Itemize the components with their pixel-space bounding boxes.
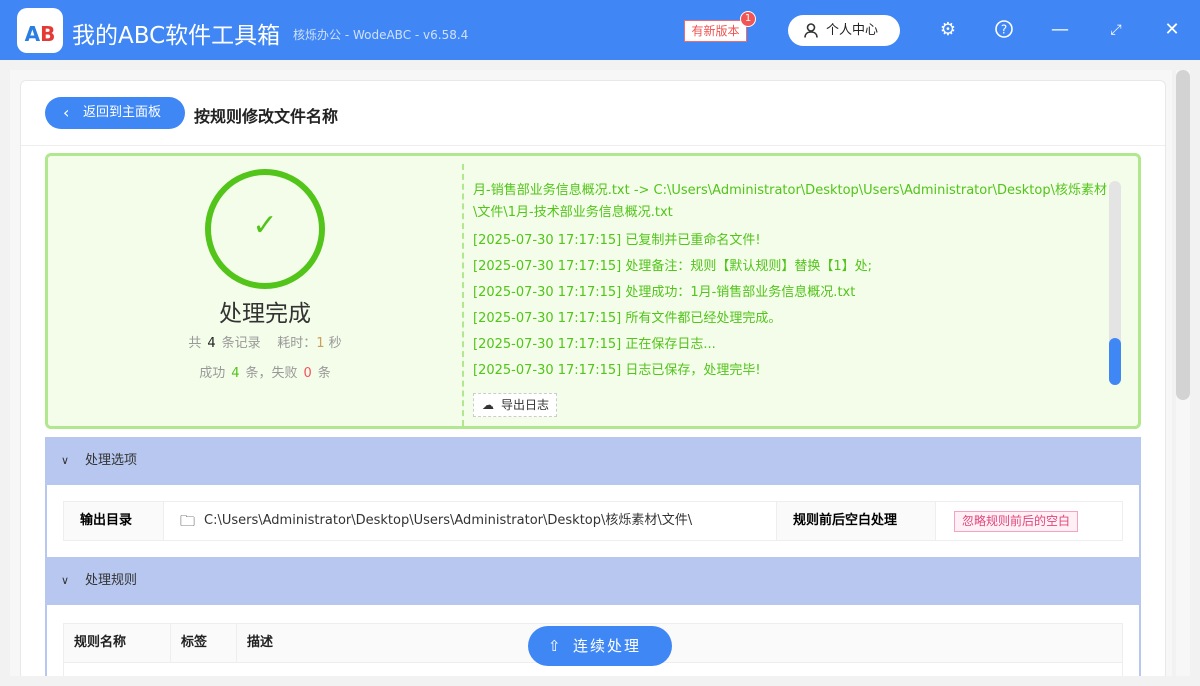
chevron-left-icon: ‹ bbox=[63, 103, 70, 122]
log-line: [2025-07-30 17:17:15] 处理成功：1月-销售部业务信息概况.… bbox=[473, 285, 856, 300]
notification-badge: 1 bbox=[740, 11, 756, 27]
blank-handling-label: 规则前后空白处理 bbox=[776, 502, 936, 540]
output-dir-path: C:\Users\Administrator\Desktop\Users\Adm… bbox=[204, 513, 693, 528]
close-icon[interactable]: ✕ bbox=[1161, 19, 1183, 41]
svg-text:?: ? bbox=[1001, 23, 1007, 37]
column-rule-name: 规则名称 bbox=[64, 624, 171, 662]
status-title: 处理完成 bbox=[219, 301, 311, 327]
minimize-icon[interactable]: — bbox=[1049, 19, 1071, 41]
app-logo: AB bbox=[17, 8, 63, 53]
settings-icon[interactable]: ⚙ bbox=[937, 19, 959, 41]
new-version-button[interactable]: 有新版本 bbox=[684, 20, 747, 42]
log-line: [2025-07-30 17:17:15] 正在保存日志... bbox=[473, 337, 716, 352]
rocket-icon: ⇧ bbox=[548, 637, 563, 655]
bottom-bar bbox=[0, 676, 1200, 686]
user-icon bbox=[804, 23, 818, 38]
title-bar: AB 我的ABC软件工具箱 核烁办公 - WodeABC - v6.58.4 有… bbox=[0, 0, 1200, 60]
maximize-icon[interactable]: ⤢ bbox=[1105, 19, 1127, 41]
help-icon[interactable]: ? bbox=[993, 19, 1015, 41]
result-counts: 成功 4 条，失败 0 条 bbox=[199, 366, 331, 381]
log-line: [2025-07-30 17:17:15] 已复制并已重命名文件! bbox=[473, 233, 761, 248]
divider bbox=[21, 145, 1165, 146]
page-scrollbar-thumb[interactable] bbox=[1176, 70, 1190, 400]
folder-icon: 🗀 bbox=[180, 512, 196, 530]
export-log-button[interactable]: ☁ 导出日志 bbox=[473, 393, 557, 417]
log-scrollbar-thumb[interactable] bbox=[1109, 338, 1121, 385]
app-subtitle: 核烁办公 - WodeABC - v6.58.4 bbox=[293, 28, 469, 42]
options-header[interactable]: ∨ 处理选项 bbox=[45, 437, 1141, 485]
log-output: 月-销售部业务信息概况.txt -> C:\Users\Administrato… bbox=[473, 180, 1113, 384]
back-button[interactable]: ‹ 返回到主面板 bbox=[45, 97, 185, 129]
log-line: 月-销售部业务信息概况.txt -> C:\Users\Administrato… bbox=[473, 183, 1107, 220]
blank-handling-tag: 忽略规则前后的空白 bbox=[954, 511, 1078, 532]
checkmark-icon: ✓ bbox=[252, 208, 278, 243]
log-line: [2025-07-30 17:17:15] 日志已保存，处理完毕! bbox=[473, 363, 761, 378]
page-title: 按规则修改文件名称 bbox=[194, 107, 339, 126]
chevron-down-icon: ∨ bbox=[61, 574, 70, 587]
column-description: 描述 bbox=[247, 635, 274, 650]
back-label: 返回到主面板 bbox=[83, 105, 162, 120]
log-line: [2025-07-30 17:17:15] 处理备注：规则【默认规则】替换【1】… bbox=[473, 259, 872, 274]
user-center-button[interactable]: 个人中心 bbox=[788, 15, 900, 46]
cloud-upload-icon: ☁ bbox=[482, 398, 494, 412]
app-title: 我的ABC软件工具箱 bbox=[72, 23, 281, 49]
dashed-separator bbox=[462, 164, 464, 426]
chevron-down-icon: ∨ bbox=[61, 454, 70, 467]
output-dir-label: 输出目录 bbox=[64, 502, 164, 540]
column-tag: 标签 bbox=[171, 624, 237, 662]
continue-button[interactable]: ⇧ 连续处理 bbox=[528, 626, 672, 666]
user-center-label: 个人中心 bbox=[826, 23, 879, 38]
summary-line: 共 4 条记录 耗时：1 秒 bbox=[188, 336, 342, 351]
rules-header[interactable]: ∨ 处理规则 bbox=[45, 557, 1141, 605]
log-line: [2025-07-30 17:17:15] 所有文件都已经处理完成。 bbox=[473, 311, 782, 326]
result-panel: ✓ 处理完成 共 4 条记录 耗时：1 秒 成功 4 条，失败 0 条 月-销售部业务信息概… bbox=[45, 153, 1141, 429]
